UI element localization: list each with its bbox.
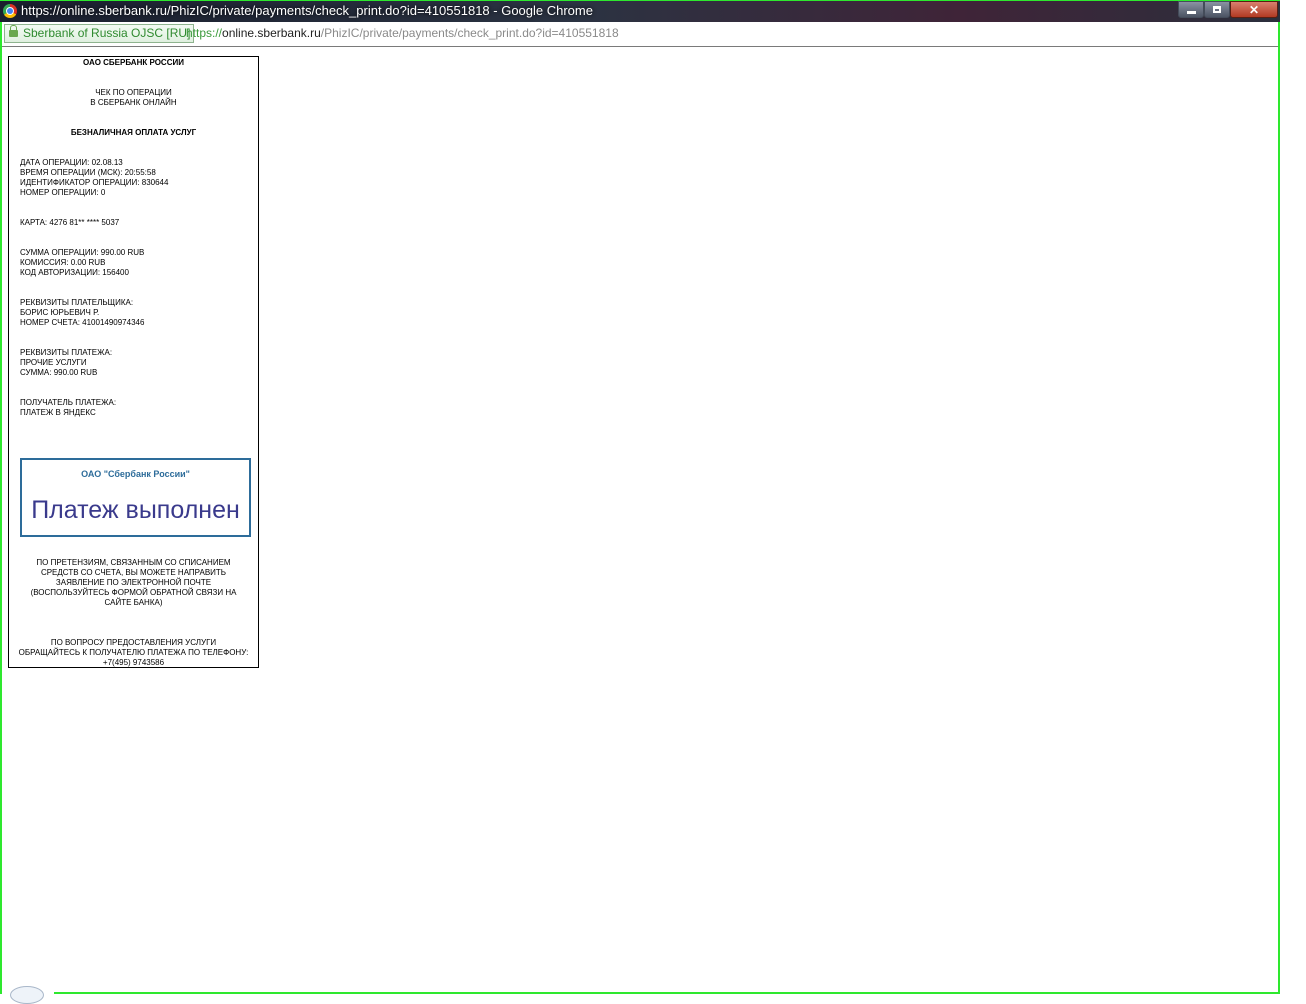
payment-header: РЕКВИЗИТЫ ПЛАТЕЖА: bbox=[20, 348, 113, 357]
minimize-button[interactable] bbox=[1178, 1, 1204, 18]
operation-time: ВРЕМЯ ОПЕРАЦИИ (МСК): 20:55:58 bbox=[20, 168, 156, 177]
chrome-logo-icon bbox=[3, 4, 17, 18]
claims-notice: ПО ПРЕТЕНЗИЯМ, СВЯЗАННЫМ СО СПИСАНИЕМ СР… bbox=[9, 558, 258, 608]
claims-line: ПО ПРЕТЕНЗИЯМ, СВЯЗАННЫМ СО СПИСАНИЕМ bbox=[36, 558, 231, 567]
operation-details: ДАТА ОПЕРАЦИИ: 02.08.13 ВРЕМЯ ОПЕРАЦИИ (… bbox=[20, 158, 168, 198]
ev-certificate-badge[interactable]: Sberbank of Russia OJSC [RU] bbox=[4, 24, 195, 43]
claims-line: ЗАЯВЛЕНИЕ ПО ЭЛЕКТРОННОЙ ПОЧТЕ bbox=[55, 578, 212, 587]
maximize-button[interactable] bbox=[1204, 1, 1230, 18]
operation-id: ИДЕНТИФИКАТОР ОПЕРАЦИИ: 830644 bbox=[20, 178, 169, 187]
minimize-icon bbox=[1186, 11, 1196, 14]
payer-name: БОРИС ЮРЬЕВИЧ Р. bbox=[20, 308, 100, 317]
claims-line: (ВОСПОЛЬЗУЙТЕСЬ ФОРМОЙ ОБРАТНОЙ СВЯЗИ НА bbox=[30, 588, 237, 597]
url-host: online.sberbank.ru bbox=[222, 26, 321, 40]
claims-line: САЙТЕ БАНКА) bbox=[104, 598, 163, 607]
address-bar[interactable]: Sberbank of Russia OJSC [RU] https://onl… bbox=[2, 22, 1278, 47]
operation-number: НОМЕР ОПЕРАЦИИ: 0 bbox=[20, 188, 106, 197]
receipt-check-title: ЧЕК ПО ОПЕРАЦИИ В СБЕРБАНК ОНЛАЙН bbox=[9, 88, 258, 108]
payment-receipt: ОАО СБЕРБАНК РОССИИ ЧЕК ПО ОПЕРАЦИИ В СБ… bbox=[8, 56, 259, 668]
claims-line: СРЕДСТВ СО СЧЕТА, ВЫ МОЖЕТЕ НАПРАВИТЬ bbox=[40, 568, 227, 577]
window-controls: ✕ bbox=[1178, 1, 1278, 19]
ev-certificate-label: Sberbank of Russia OJSC [RU] bbox=[23, 26, 191, 40]
title-bar[interactable]: https://online.sberbank.ru/PhizIC/privat… bbox=[0, 0, 1280, 22]
card-number: КАРТА: 4276 81** **** 5037 bbox=[20, 218, 120, 227]
recipient-header: ПОЛУЧАТЕЛЬ ПЛАТЕЖА: bbox=[20, 398, 117, 407]
maximize-icon bbox=[1213, 6, 1221, 13]
stamp-bank-name: ОАО "Сбербанк России" bbox=[81, 469, 190, 479]
check-title-line: В СБЕРБАНК ОНЛАЙН bbox=[90, 98, 177, 107]
close-icon: ✕ bbox=[1248, 2, 1260, 17]
service-line: +7(495) 9743586 bbox=[102, 658, 165, 667]
payment-details: РЕКВИЗИТЫ ПЛАТЕЖА: ПРОЧИЕ УСЛУГИ СУММА: … bbox=[20, 348, 112, 378]
operation-date: ДАТА ОПЕРАЦИИ: 02.08.13 bbox=[20, 158, 123, 167]
payer-header: РЕКВИЗИТЫ ПЛАТЕЛЬЩИКА: bbox=[20, 298, 134, 307]
url-path: /PhizIC/private/payments/check_print.do?… bbox=[320, 26, 619, 40]
service-line: ОБРАЩАЙТЕСЬ К ПОЛУЧАТЕЛЮ ПЛАТЕЖА ПО ТЕЛЕ… bbox=[18, 648, 249, 657]
commission: КОМИССИЯ: 0.00 RUB bbox=[20, 258, 106, 267]
payment-stamp: ОАО "Сбербанк России" Платеж выполнен bbox=[20, 458, 251, 537]
close-button[interactable]: ✕ bbox=[1230, 1, 1278, 18]
service-line: ПО ВОПРОСУ ПРЕДОСТАВЛЕНИЯ УСЛУГИ bbox=[50, 638, 217, 647]
operation-amount: СУММА ОПЕРАЦИИ: 990.00 RUB bbox=[20, 248, 145, 257]
url-scheme: https:// bbox=[186, 26, 223, 40]
payer-account: НОМЕР СЧЕТА: 41001490974346 bbox=[20, 318, 145, 327]
url-text[interactable]: https://online.sberbank.ru/PhizIC/privat… bbox=[186, 26, 619, 40]
amount-details: СУММА ОПЕРАЦИИ: 990.00 RUB КОМИССИЯ: 0.0… bbox=[20, 248, 144, 278]
window-title: https://online.sberbank.ru/PhizIC/privat… bbox=[21, 3, 593, 18]
service-notice: ПО ВОПРОСУ ПРЕДОСТАВЛЕНИЯ УСЛУГИ ОБРАЩАЙ… bbox=[9, 638, 258, 668]
receipt-bank-name: ОАО СБЕРБАНК РОССИИ bbox=[83, 58, 184, 67]
payer-details: РЕКВИЗИТЫ ПЛАТЕЛЬЩИКА: БОРИС ЮРЬЕВИЧ Р. … bbox=[20, 298, 144, 328]
taskbar-start-orb[interactable] bbox=[10, 986, 44, 1004]
recipient-name: ПЛАТЕЖ В ЯНДЕКС bbox=[20, 408, 96, 417]
recipient-details: ПОЛУЧАТЕЛЬ ПЛАТЕЖА: ПЛАТЕЖ В ЯНДЕКС bbox=[20, 398, 116, 418]
check-title-line: ЧЕК ПО ОПЕРАЦИИ bbox=[95, 88, 172, 97]
payment-service: ПРОЧИЕ УСЛУГИ bbox=[20, 358, 87, 367]
payment-sum: СУММА: 990.00 RUB bbox=[20, 368, 98, 377]
receipt-payment-type: БЕЗНАЛИЧНАЯ ОПЛАТА УСЛУГ bbox=[70, 128, 197, 137]
lock-icon bbox=[9, 25, 18, 37]
auth-code: КОД АВТОРИЗАЦИИ: 156400 bbox=[20, 268, 129, 277]
stamp-status: Платеж выполнен bbox=[31, 496, 240, 524]
